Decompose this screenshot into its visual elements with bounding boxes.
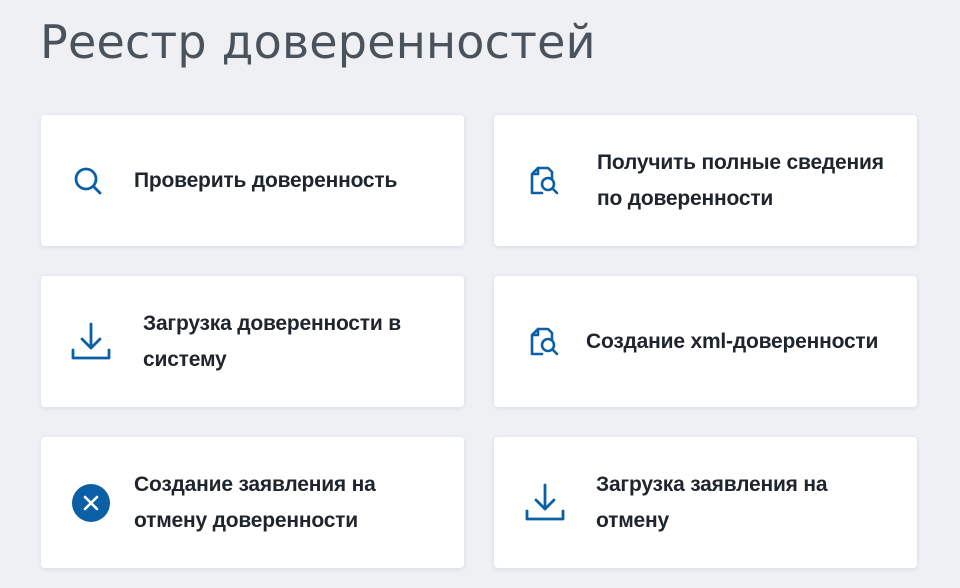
card-label-line-2: систему	[143, 347, 227, 371]
search-icon	[66, 159, 110, 203]
card-label-line-1: Загрузка доверенности в	[143, 311, 401, 335]
get-full-info-card[interactable]: Получить полные сведения по доверенности	[494, 115, 917, 246]
page-title: Реестр доверенностей	[40, 15, 596, 69]
card-label: Загрузка доверенности в систему	[143, 306, 401, 378]
card-label: Получить полные сведения по доверенности	[597, 145, 884, 217]
page: Реестр доверенностей Проверить доверенно…	[0, 0, 960, 588]
card-label-line-2: отмену	[596, 508, 669, 532]
upload-revocation-application-card[interactable]: Загрузка заявления на отмену	[494, 437, 917, 568]
check-power-of-attorney-card[interactable]: Проверить доверенность	[41, 115, 464, 246]
download-icon	[69, 320, 113, 364]
create-xml-power-of-attorney-card[interactable]: Создание xml-доверенности	[494, 276, 917, 407]
document-search-icon	[522, 159, 566, 203]
card-label-line-1: Получить полные сведения	[597, 150, 884, 174]
card-label: Создание заявления на отмену доверенност…	[134, 467, 376, 539]
card-label-line-2: по доверенности	[597, 186, 774, 210]
card-label-line-1: Загрузка заявления на	[596, 472, 828, 496]
create-revocation-application-card[interactable]: Создание заявления на отмену доверенност…	[41, 437, 464, 568]
download-icon	[523, 481, 567, 525]
card-label-line-1: Проверить доверенность	[134, 168, 398, 192]
document-search-icon	[522, 320, 566, 364]
card-label: Загрузка заявления на отмену	[596, 467, 828, 539]
cancel-icon	[69, 481, 113, 525]
card-label-line-2: отмену доверенности	[134, 508, 358, 532]
card-label: Создание xml-доверенности	[586, 324, 878, 360]
card-label: Проверить доверенность	[134, 163, 397, 199]
upload-power-of-attorney-card[interactable]: Загрузка доверенности в систему	[41, 276, 464, 407]
card-label-line-1: Создание xml-доверенности	[586, 329, 879, 353]
card-label-line-1: Создание заявления на	[134, 472, 376, 496]
